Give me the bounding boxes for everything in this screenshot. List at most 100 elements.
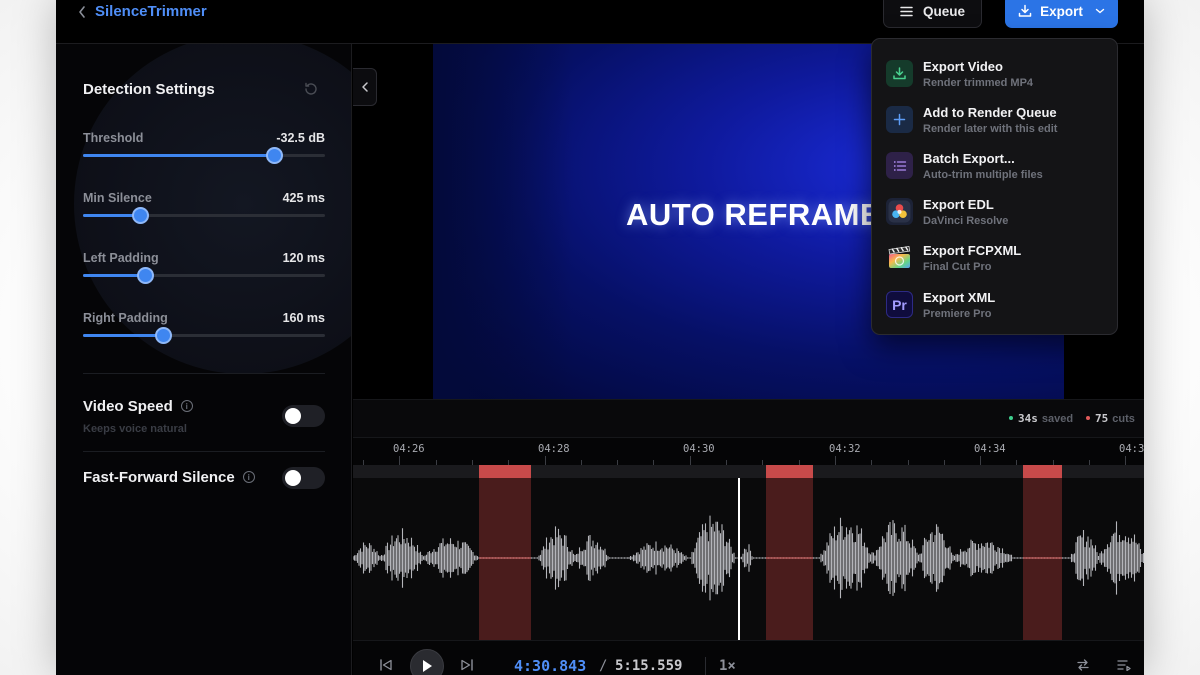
menu-item-batch-export[interactable]: Batch Export... Auto-trim multiple files [872, 142, 1119, 188]
divider [83, 451, 325, 452]
min-silence-value: 425 ms [282, 191, 325, 205]
menu-item-subtitle: Final Cut Pro [923, 261, 992, 273]
video-speed-label: Video Speed i [83, 398, 193, 415]
play-button[interactable] [410, 649, 444, 675]
waveform-track[interactable] [353, 478, 1144, 640]
playlist-icon[interactable] [1117, 659, 1131, 671]
skip-back-icon[interactable] [379, 659, 393, 671]
menu-item-export-edl[interactable]: Export EDL DaVinci Resolve [872, 188, 1119, 234]
fast-forward-silence-toggle[interactable] [282, 467, 325, 489]
collapse-panel-button[interactable] [353, 68, 377, 106]
total-duration: 5:15.559 [615, 658, 683, 674]
right-padding-slider-thumb[interactable] [155, 327, 172, 344]
swap-icon[interactable] [1076, 659, 1090, 671]
menu-item-subtitle: DaVinci Resolve [923, 215, 1009, 227]
cuts-value: 75 [1095, 412, 1109, 425]
right-padding-label: Right Padding [83, 311, 168, 325]
skip-forward-icon[interactable] [460, 659, 474, 671]
right-padding-slider-row: Right Padding 160 ms [83, 311, 325, 351]
cuts-stat: 75 cuts [1086, 412, 1135, 425]
menu-lines-icon [900, 6, 913, 16]
left-padding-slider[interactable] [83, 267, 325, 284]
right-padding-slider[interactable] [83, 327, 325, 344]
left-padding-slider-fill [83, 274, 145, 277]
timeline-tick [1125, 456, 1126, 465]
toggle-knob [285, 470, 301, 486]
threshold-label: Threshold [83, 131, 144, 145]
threshold-slider-fill [83, 154, 274, 157]
timeline-tick-label: 04:34 [974, 443, 1006, 455]
menu-item-subtitle: Render trimmed MP4 [923, 77, 1034, 89]
cut-marker[interactable] [479, 465, 531, 478]
video-speed-toggle[interactable] [282, 405, 325, 427]
app-window: SilenceTrimmer Queue Export Detection Se… [56, 0, 1144, 675]
timeline-tick [835, 456, 836, 465]
menu-item-title: Export XML [923, 290, 996, 305]
timeline-tick-label: 04:26 [393, 443, 425, 455]
min-silence-label: Min Silence [83, 191, 152, 205]
menu-item-title: Export FCPXML [923, 243, 1022, 258]
stats-bar: 34s saved 75 cuts [353, 399, 1144, 437]
audio-waveform [353, 515, 1144, 601]
transport-bar: 4:30.843 / 5:15.559 1× [353, 640, 1144, 675]
back-chevron-icon[interactable] [74, 2, 90, 22]
reset-icon[interactable] [302, 80, 320, 98]
download-icon [886, 60, 913, 87]
timeline-tick [980, 456, 981, 465]
min-silence-slider-thumb[interactable] [132, 207, 149, 224]
menu-item-add-to-render-queue[interactable]: Add to Render Queue Render later with th… [872, 96, 1119, 142]
right-padding-slider-fill [83, 334, 163, 337]
menu-item-title: Export Video [923, 59, 1003, 74]
chevron-down-icon [1095, 8, 1105, 14]
cut-marker[interactable] [1023, 465, 1062, 478]
current-time: 4:30.843 [514, 657, 587, 675]
queue-button[interactable]: Queue [883, 0, 982, 28]
info-icon[interactable]: i [242, 471, 255, 484]
threshold-value: -32.5 dB [276, 131, 325, 145]
timeline-ruler[interactable]: 04:26 04:28 04:30 04:32 04:34 04:3 [353, 437, 1144, 465]
menu-item-subtitle: Auto-trim multiple files [923, 169, 1043, 181]
menu-item-export-fcpxml[interactable]: Export FCPXML Final Cut Pro [872, 234, 1119, 280]
saved-value: 34s [1018, 412, 1038, 425]
queue-button-label: Queue [922, 3, 965, 19]
playhead[interactable] [738, 478, 740, 640]
export-dropdown-menu: Export Video Render trimmed MP4 Add to R… [871, 38, 1118, 335]
threshold-slider[interactable] [83, 147, 325, 164]
menu-item-subtitle: Render later with this edit [923, 123, 1058, 135]
timeline-tick-label: 04:30 [683, 443, 715, 455]
min-silence-slider[interactable] [83, 207, 325, 224]
download-icon [1018, 4, 1032, 17]
right-padding-value: 160 ms [282, 311, 325, 325]
info-icon[interactable]: i [180, 400, 193, 413]
menu-item-title: Batch Export... [923, 151, 1015, 166]
cut-markers-strip [353, 465, 1144, 478]
saved-label: saved [1041, 413, 1074, 425]
timeline-tick [690, 456, 691, 465]
left-padding-label: Left Padding [83, 251, 159, 265]
app-title: SilenceTrimmer [95, 3, 207, 20]
premiere-pro-icon: Pr [886, 291, 913, 318]
playback-speed-button[interactable]: 1× [719, 658, 736, 674]
video-speed-text: Video Speed [83, 398, 173, 415]
threshold-slider-row: Threshold -32.5 dB [83, 131, 325, 171]
cut-marker[interactable] [766, 465, 813, 478]
left-padding-slider-thumb[interactable] [137, 267, 154, 284]
detection-settings-title: Detection Settings [83, 81, 215, 98]
menu-item-export-video[interactable]: Export Video Render trimmed MP4 [872, 50, 1119, 96]
chevron-left-icon [361, 82, 368, 92]
timeline-tick [399, 456, 400, 465]
left-padding-value: 120 ms [282, 251, 325, 265]
time-saved-stat: 34s saved [1009, 412, 1073, 425]
menu-item-subtitle: Premiere Pro [923, 308, 992, 320]
left-padding-slider-row: Left Padding 120 ms [83, 251, 325, 291]
davinci-resolve-icon [886, 198, 913, 225]
threshold-slider-thumb[interactable] [266, 147, 283, 164]
timeline-tick-label: 04:32 [829, 443, 861, 455]
menu-item-export-xml[interactable]: Pr Export XML Premiere Pro [872, 281, 1119, 327]
fast-forward-silence-text: Fast-Forward Silence [83, 469, 235, 486]
export-button[interactable]: Export [1005, 0, 1118, 28]
final-cut-pro-icon [886, 244, 913, 271]
time-separator: / [599, 658, 608, 674]
settings-panel: Detection Settings Threshold -32.5 dB Mi… [56, 44, 352, 675]
timeline-tick [545, 456, 546, 465]
